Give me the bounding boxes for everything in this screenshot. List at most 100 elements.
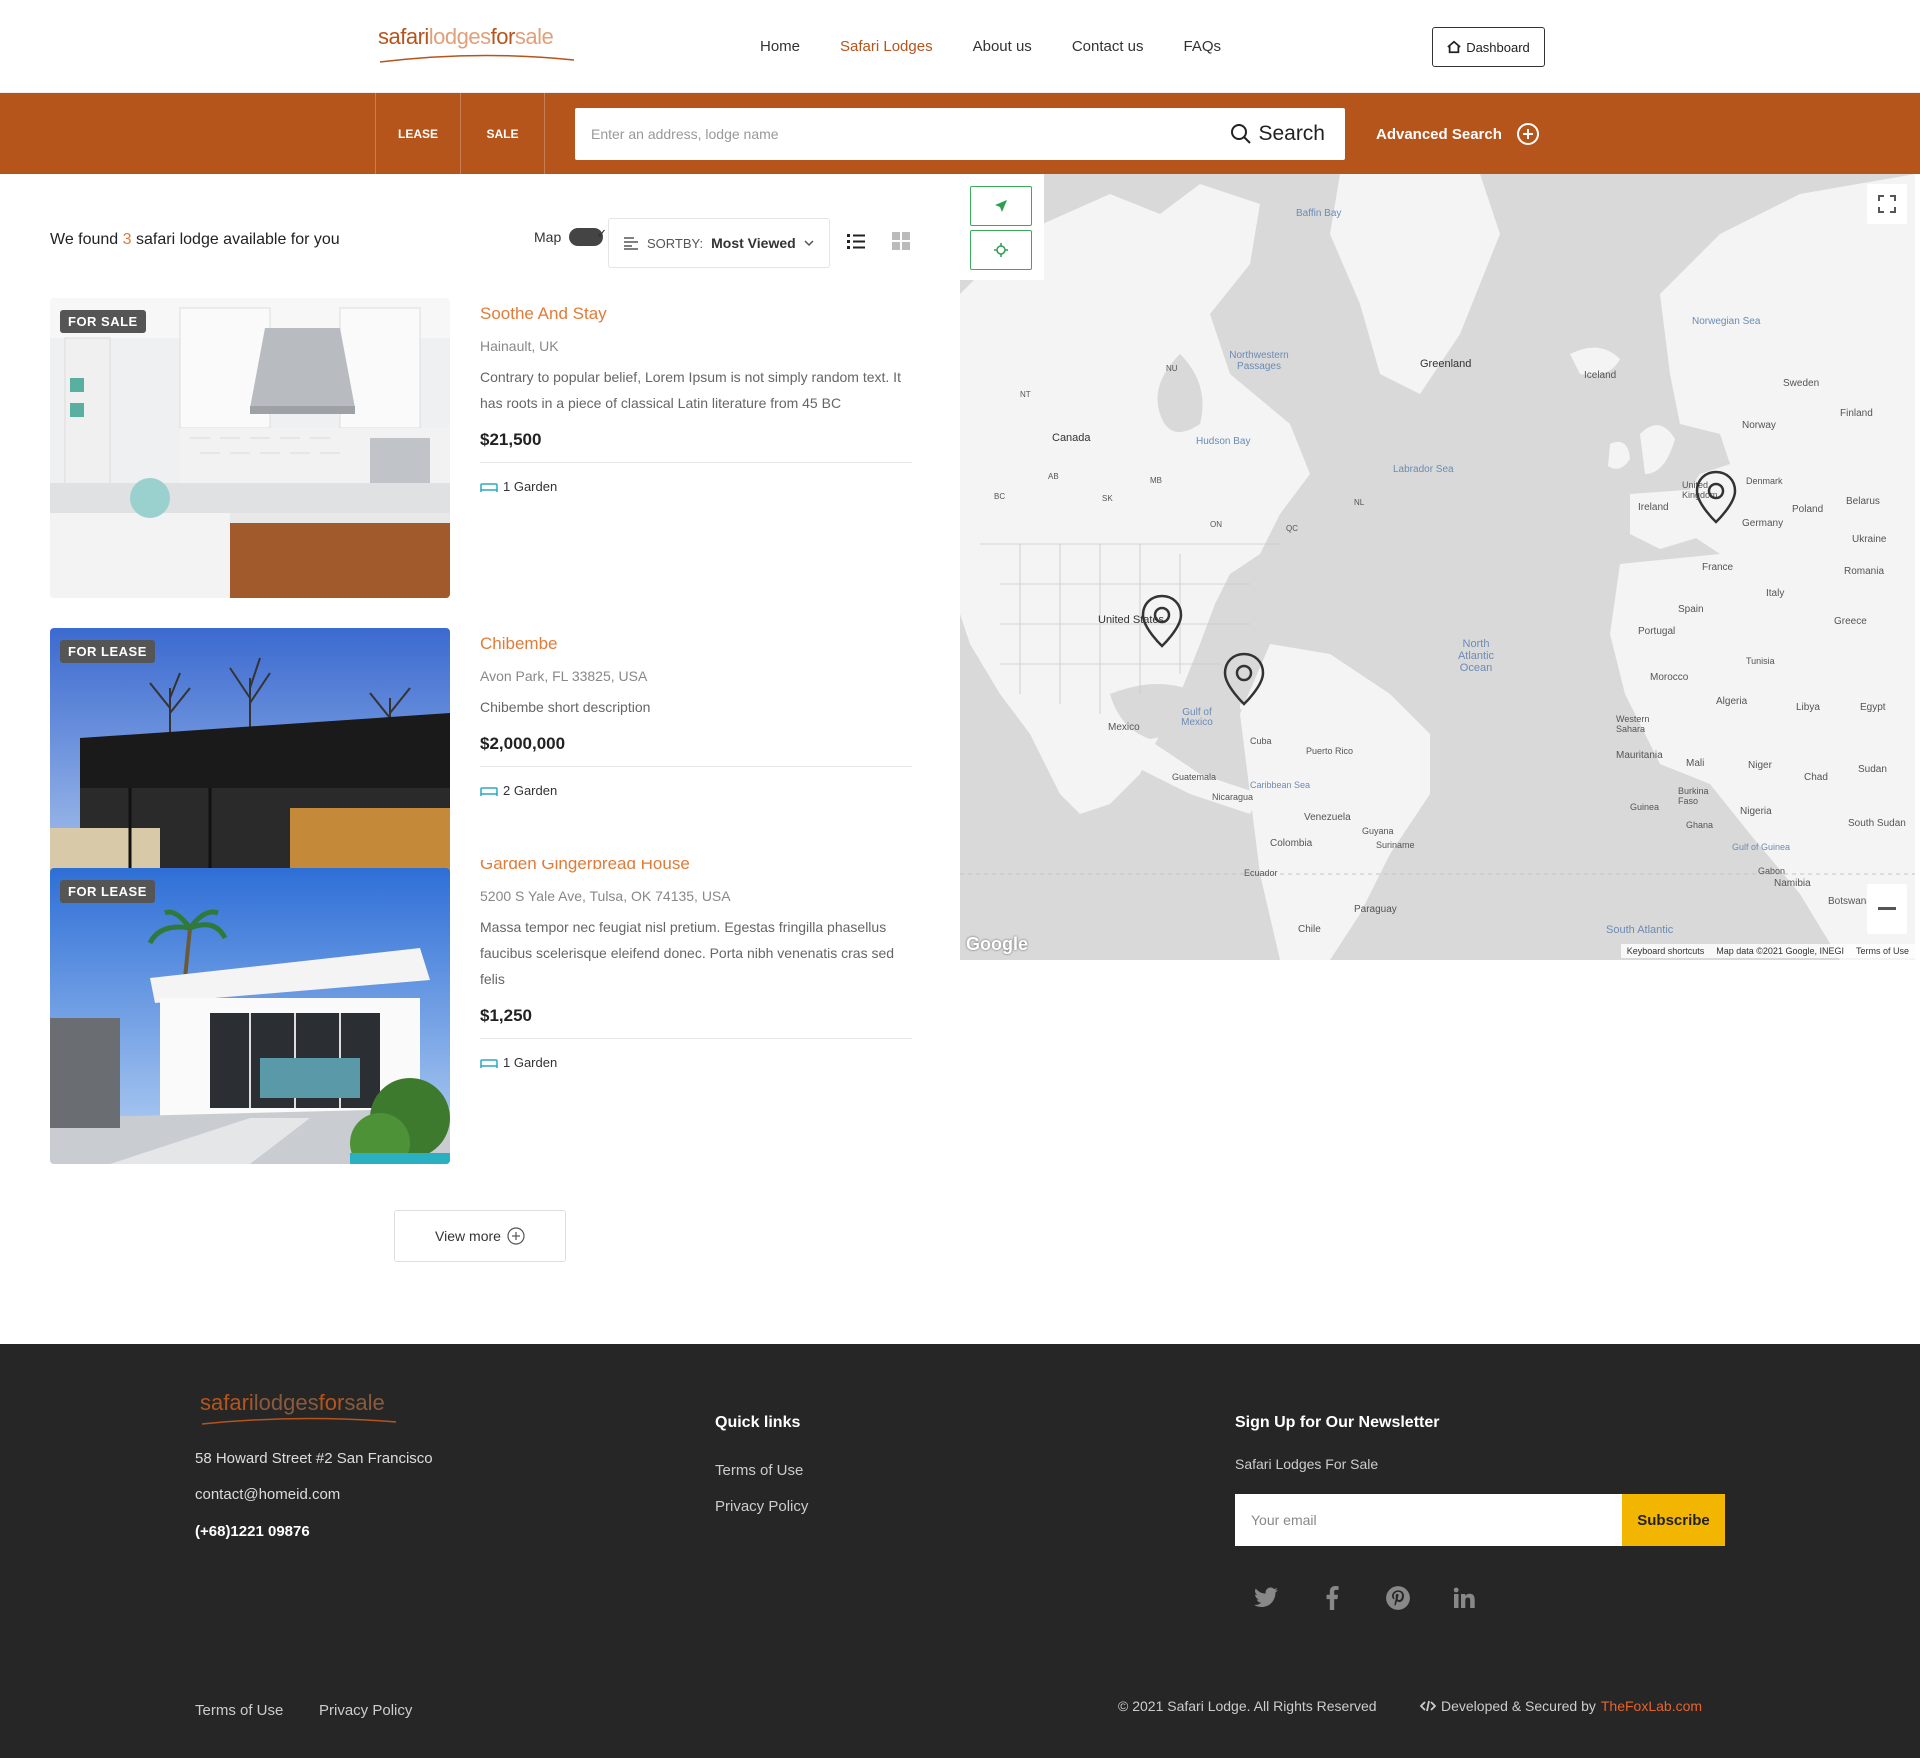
map-terms-link[interactable]: Terms of Use — [1856, 946, 1909, 956]
map-label: Labrador Sea — [1393, 464, 1454, 475]
map-label: Gulf of Guinea — [1732, 842, 1791, 852]
social-links — [1252, 1584, 1478, 1612]
map-attribution: Keyboard shortcuts Map data ©2021 Google… — [1620, 944, 1915, 958]
garden-icon — [480, 482, 498, 492]
locate-me-button[interactable] — [970, 186, 1032, 226]
listing-info: Garden Gingerbread House 5200 S Yale Ave… — [480, 860, 912, 1070]
plus-circle-icon — [507, 1227, 525, 1245]
subscribe-button[interactable]: Subscribe — [1622, 1494, 1725, 1546]
listing-photo[interactable]: FOR SALE — [50, 298, 450, 598]
newsletter-email-input[interactable] — [1235, 1494, 1622, 1546]
search-input[interactable] — [575, 108, 1231, 160]
main-nav: Home Safari Lodges About us Contact us F… — [760, 38, 1221, 55]
footer-link-privacy[interactable]: Privacy Policy — [715, 1498, 808, 1515]
listing-feature: 1 Garden — [480, 479, 912, 494]
footer-phone[interactable]: (+68)1221 09876 — [195, 1523, 310, 1540]
map-label: Chile — [1298, 924, 1321, 935]
developer-link[interactable]: TheFoxLab.com — [1601, 1698, 1702, 1714]
listing-title[interactable]: Soothe And Stay — [480, 304, 912, 324]
tab-lease[interactable]: LEASE — [375, 93, 460, 174]
footer-link-terms[interactable]: Terms of Use — [715, 1462, 803, 1479]
fullscreen-button[interactable] — [1867, 184, 1907, 224]
nav-safari-lodges[interactable]: Safari Lodges — [840, 38, 933, 55]
map-toggle-switch[interactable] — [569, 226, 607, 246]
map-label: Puerto Rico — [1306, 746, 1354, 756]
listing-address: 5200 S Yale Ave, Tulsa, OK 74135, USA — [480, 888, 731, 904]
map-toggle[interactable]: Map — [534, 226, 607, 246]
listing-description: Massa tempor nec feugiat nisl pretium. E… — [480, 919, 895, 987]
nav-about-us[interactable]: About us — [973, 38, 1032, 55]
map-label: Baffin Bay — [1296, 208, 1342, 219]
results-map[interactable]: Baffin Bay Northwestern Passages Greenla… — [960, 174, 1915, 960]
nav-faqs[interactable]: FAQs — [1184, 38, 1222, 55]
map-label: Nicaragua — [1212, 792, 1254, 802]
footer-address: 58 Howard Street #2 San Francisco — [195, 1450, 433, 1467]
footer-logo[interactable]: safarilodgesforsale — [200, 1390, 400, 1428]
dashboard-button[interactable]: Dashboard — [1432, 27, 1545, 67]
facebook-icon[interactable] — [1318, 1584, 1346, 1612]
keyboard-shortcuts-link[interactable]: Keyboard shortcuts — [1627, 946, 1705, 956]
map-label: Sudan — [1858, 764, 1887, 775]
map-label: Romania — [1844, 566, 1885, 577]
map-label: Greenland — [1420, 358, 1472, 370]
bottom-link-terms[interactable]: Terms of Use — [195, 1702, 283, 1719]
map-pin-icon[interactable] — [1223, 652, 1265, 706]
listing-description: Chibembe short description — [480, 699, 651, 715]
listing-card[interactable]: FOR SALE Soothe And Stay Hainault, UK Co… — [50, 298, 912, 598]
map-label: SK — [1102, 494, 1113, 503]
zoom-out-button[interactable] — [1867, 884, 1907, 934]
map-data-text: Map data ©2021 Google, INEGI — [1716, 946, 1844, 956]
results-count-text: We found 3 safari lodge available for yo… — [50, 231, 340, 248]
view-more-button[interactable]: View more — [394, 1210, 566, 1262]
nav-home[interactable]: Home — [760, 38, 800, 55]
home-icon — [1447, 40, 1461, 54]
map-label: Libya — [1796, 702, 1820, 713]
center-map-button[interactable] — [970, 230, 1032, 270]
map-pin-icon[interactable] — [1695, 470, 1737, 524]
tab-sale[interactable]: SALE — [460, 93, 545, 174]
map-label: Gabon — [1758, 866, 1786, 876]
sort-dropdown[interactable]: SORTBY: Most Viewed — [608, 218, 830, 268]
plus-circle-icon — [1516, 123, 1539, 145]
map-label: BC — [994, 492, 1006, 501]
listing-badge: FOR LEASE — [60, 880, 155, 903]
listing-price: $1,250 — [480, 1006, 912, 1039]
grid-icon — [892, 232, 910, 250]
map-label: Suriname — [1376, 840, 1415, 850]
map-label: Algeria — [1716, 696, 1748, 707]
map-label: Gulf of Mexico — [1181, 707, 1213, 728]
site-logo[interactable]: safarilodgesforsale — [378, 24, 578, 70]
map-label: Niger — [1748, 760, 1772, 771]
bottom-link-privacy[interactable]: Privacy Policy — [319, 1702, 412, 1719]
map-label: Venezuela — [1304, 812, 1351, 823]
crosshair-icon — [994, 243, 1008, 257]
search-field: Search — [575, 108, 1345, 160]
map-label: NT — [1020, 390, 1031, 399]
search-button[interactable]: Search — [1230, 122, 1345, 146]
listing-photo[interactable]: FOR LEASE — [50, 628, 450, 878]
listing-title[interactable]: Garden Gingerbread House — [480, 860, 912, 874]
white-villa-photo — [50, 868, 450, 1164]
map-pin-icon[interactable] — [1141, 594, 1183, 648]
map-label: QC — [1286, 524, 1298, 533]
nav-contact-us[interactable]: Contact us — [1072, 38, 1144, 55]
list-view-button[interactable] — [846, 232, 866, 255]
map-label: Norway — [1742, 420, 1776, 431]
listing-card[interactable]: FOR LEASE Chibembe Avon Park, FL 33825, … — [50, 628, 912, 878]
pinterest-icon[interactable] — [1384, 1584, 1412, 1612]
twitter-icon[interactable] — [1252, 1584, 1280, 1612]
map-label: Hudson Bay — [1196, 436, 1251, 447]
map-label: Guinea — [1630, 802, 1660, 812]
map-label: Spain — [1678, 604, 1704, 615]
newsletter-heading: Sign Up for Our Newsletter — [1235, 1414, 1440, 1431]
footer-email[interactable]: contact@homeid.com — [195, 1486, 340, 1503]
listing-title[interactable]: Chibembe — [480, 634, 912, 654]
listing-photo[interactable]: FOR LEASE — [50, 868, 450, 1164]
advanced-search-button[interactable]: Advanced Search — [1376, 122, 1540, 146]
listing-card[interactable]: FOR LEASE Garden Gingerbread House 5200 … — [50, 860, 912, 1164]
linkedin-icon[interactable] — [1450, 1584, 1478, 1612]
map-label: Guyana — [1362, 826, 1394, 836]
google-logo: Google — [966, 934, 1028, 954]
site-footer: safarilodgesforsale 58 Howard Street #2 … — [0, 1344, 1920, 1758]
grid-view-button[interactable] — [892, 232, 910, 255]
